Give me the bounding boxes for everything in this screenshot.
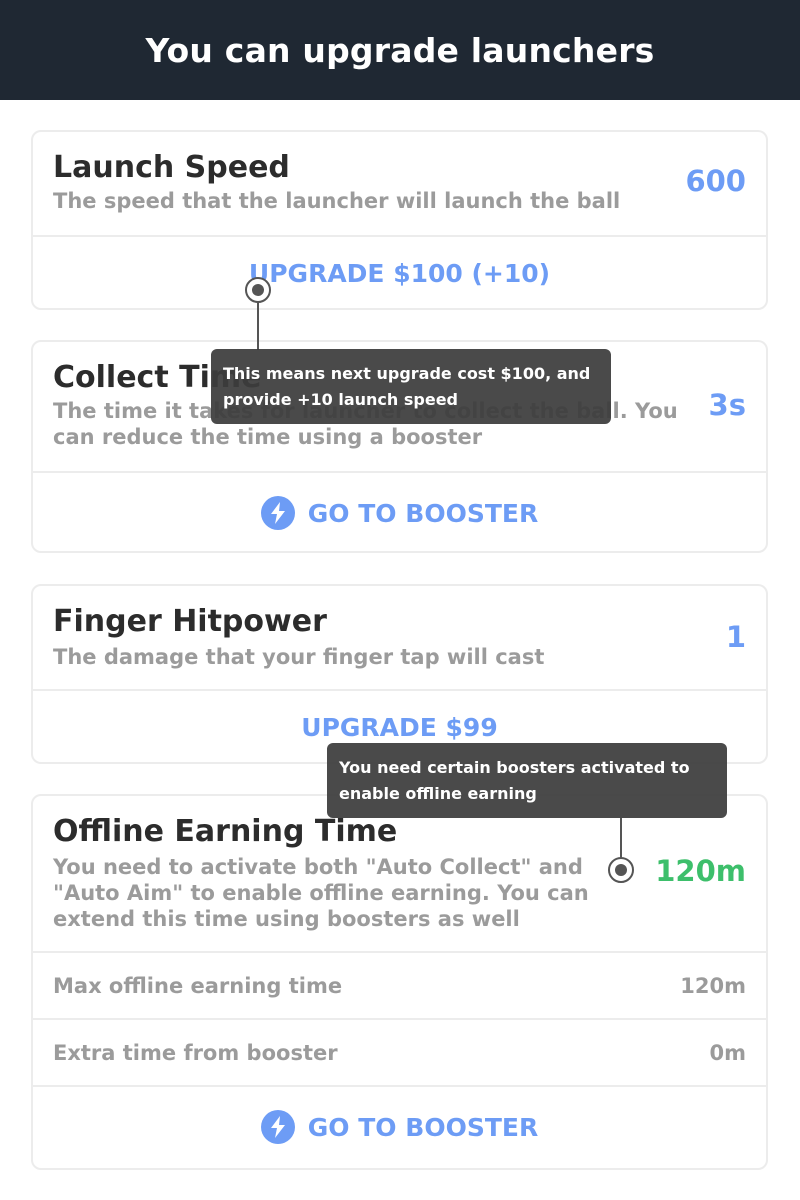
finger-hitpower-card: Finger Hitpower The damage that your fin… [31,584,768,764]
offline-go-to-booster-button[interactable]: GO TO BOOSTER [33,1087,766,1167]
offline-earning-description: You need to activate both "Auto Collect"… [53,855,589,931]
lightning-bolt-icon [260,496,295,530]
upgrade-finger-hitpower-label: UPGRADE $99 [301,713,498,742]
finger-hitpower-info: Finger Hitpower The damage that your fin… [33,586,766,691]
upgrade-hint-tooltip: This means next upgrade cost $100, and p… [211,349,611,424]
extra-booster-time-label: Extra time from booster [53,1040,338,1065]
max-offline-earning-value: 120m [680,973,746,998]
marker-dot [615,864,627,876]
lightning-bolt-icon [260,1110,295,1144]
upgrade-hint-text: This means next upgrade cost $100, and p… [223,364,591,409]
offline-go-to-booster-label: GO TO BOOSTER [307,1112,539,1142]
launch-speed-info: Launch Speed The speed that the launcher… [33,132,766,237]
offline-hint-text: You need certain boosters activated to e… [339,758,690,803]
launch-speed-description: The speed that the launcher will launch … [53,189,621,213]
upgrade-launch-speed-button[interactable]: UPGRADE $100 (+10) [33,237,766,308]
go-to-booster-label: GO TO BOOSTER [307,498,539,528]
page-header: You can upgrade launchers [0,0,800,100]
marker-dot [252,284,264,296]
go-to-booster-button[interactable]: GO TO BOOSTER [33,473,766,551]
upgrade-hint-marker[interactable] [245,277,271,303]
finger-hitpower-value: 1 [725,620,746,654]
offline-hint-connector [620,818,622,858]
upgrade-launch-speed-label: UPGRADE $100 (+10) [248,259,551,288]
launch-speed-title: Launch Speed [53,150,290,185]
max-offline-earning-row: Max offline earning time 120m [33,953,766,1020]
collect-time-value: 3s [708,388,746,422]
page-title: You can upgrade launchers [145,30,655,70]
extra-booster-time-row: Extra time from booster 0m [33,1020,766,1087]
offline-earning-info: Offline Earning Time You need to activat… [33,796,766,953]
upgrade-hint-connector [257,302,259,350]
launch-speed-card: Launch Speed The speed that the launcher… [31,130,768,310]
finger-hitpower-description: The damage that your finger tap will cas… [53,645,545,669]
offline-earning-card: Offline Earning Time You need to activat… [31,794,768,1170]
offline-earning-title: Offline Earning Time [53,814,398,849]
finger-hitpower-title: Finger Hitpower [53,604,327,639]
offline-earning-value: 120m [655,854,746,888]
max-offline-earning-label: Max offline earning time [53,973,343,998]
offline-hint-marker[interactable] [608,857,634,883]
offline-hint-tooltip: You need certain boosters activated to e… [327,743,727,818]
extra-booster-time-value: 0m [709,1040,747,1065]
launch-speed-value: 600 [685,164,746,198]
